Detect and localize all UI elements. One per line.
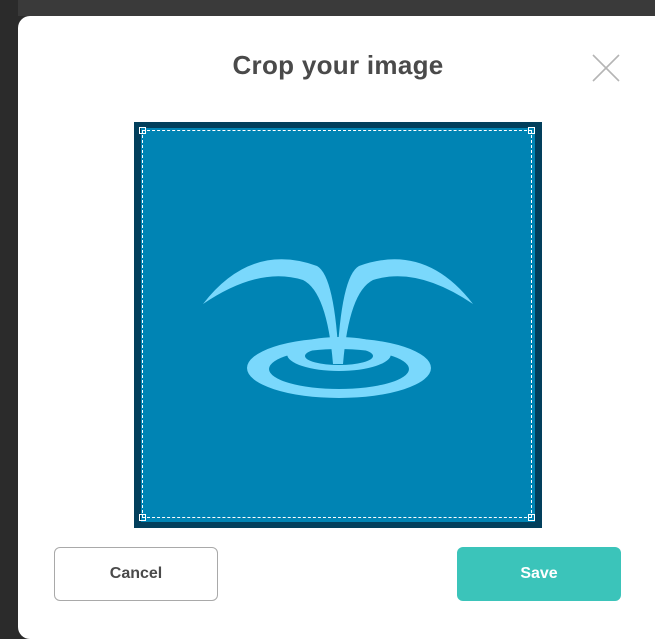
dialog-title: Crop your image (232, 50, 444, 80)
close-button[interactable] (590, 52, 622, 84)
backdrop-header-strip (0, 0, 655, 16)
crop-dialog: Crop your image Cancel Save (18, 16, 655, 639)
crop-handle-top-left[interactable] (139, 127, 146, 134)
crop-handle-bottom-left[interactable] (139, 514, 146, 521)
close-icon (592, 54, 620, 82)
cancel-button[interactable]: Cancel (54, 547, 218, 601)
backdrop-overlay (0, 0, 18, 639)
crop-handle-bottom-right[interactable] (528, 514, 535, 521)
crop-selection-frame[interactable] (139, 127, 535, 521)
crop-handle-top-right[interactable] (528, 127, 535, 134)
save-button[interactable]: Save (457, 547, 621, 601)
crop-area[interactable] (134, 122, 542, 528)
